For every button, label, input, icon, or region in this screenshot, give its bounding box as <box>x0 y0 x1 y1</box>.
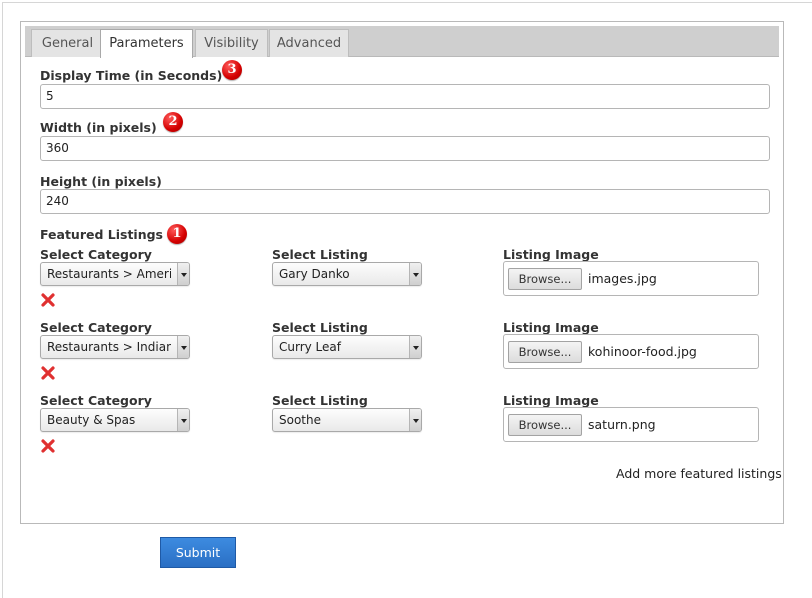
tab-advanced[interactable]: Advanced <box>269 29 349 57</box>
chevron-down-icon <box>177 336 189 358</box>
category-select[interactable]: Restaurants > American <box>40 262 190 286</box>
tab-bar: General Parameters Visibility Advanced <box>25 26 779 58</box>
listing-select[interactable]: Soothe <box>272 408 422 432</box>
browse-button[interactable]: Browse... <box>508 341 582 363</box>
listing-image-file-input: Browse... images.jpg <box>503 261 759 296</box>
listing-select[interactable]: Curry Leaf <box>272 335 422 359</box>
add-more-featured-listings-link[interactable]: Add more featured listings <box>616 466 782 481</box>
browse-button[interactable]: Browse... <box>508 414 582 436</box>
category-select-value: Restaurants > Indian <box>47 340 171 354</box>
tab-parameters[interactable]: Parameters <box>100 29 193 58</box>
height-input[interactable]: 240 <box>40 189 770 214</box>
featured-listings-heading: Featured Listings <box>40 227 163 242</box>
chevron-down-icon <box>409 409 421 431</box>
category-select[interactable]: Beauty & Spas <box>40 408 190 432</box>
listing-image-file-input: Browse... saturn.png <box>503 407 759 442</box>
browse-button[interactable]: Browse... <box>508 268 582 290</box>
listing-image-file-input: Browse... kohinoor-food.jpg <box>503 334 759 369</box>
annotation-badge-3: 3 <box>222 60 242 80</box>
select-category-label: Select Category <box>40 247 152 262</box>
category-select-value: Restaurants > American <box>47 267 171 281</box>
height-label: Height (in pixels) <box>40 174 162 189</box>
chevron-down-icon <box>177 409 189 431</box>
width-label: Width (in pixels) <box>40 120 157 135</box>
category-select[interactable]: Restaurants > Indian <box>40 335 190 359</box>
listing-image-label: Listing Image <box>503 320 599 335</box>
submit-button[interactable]: Submit <box>160 537 236 568</box>
listing-select-value: Gary Danko <box>279 267 350 281</box>
select-category-label: Select Category <box>40 320 152 335</box>
remove-listing-icon[interactable] <box>41 439 55 453</box>
display-time-label: Display Time (in Seconds) <box>40 68 223 83</box>
remove-listing-icon[interactable] <box>41 366 55 380</box>
display-time-input[interactable]: 5 <box>40 84 770 109</box>
listing-select-value: Soothe <box>279 413 321 427</box>
file-name: kohinoor-food.jpg <box>588 344 697 359</box>
width-input[interactable]: 360 <box>40 136 770 161</box>
remove-listing-icon[interactable] <box>41 293 55 307</box>
file-name: saturn.png <box>588 417 656 432</box>
file-name: images.jpg <box>588 271 657 286</box>
chevron-down-icon <box>409 263 421 285</box>
select-category-label: Select Category <box>40 393 152 408</box>
tab-general[interactable]: General <box>31 29 104 57</box>
annotation-badge-1: 1 <box>167 224 187 244</box>
select-listing-label: Select Listing <box>272 393 368 408</box>
chevron-down-icon <box>177 263 189 285</box>
listing-select-value: Curry Leaf <box>279 340 341 354</box>
listing-image-label: Listing Image <box>503 393 599 408</box>
listing-image-label: Listing Image <box>503 247 599 262</box>
category-select-value: Beauty & Spas <box>47 413 136 427</box>
tab-visibility[interactable]: Visibility <box>195 29 268 57</box>
select-listing-label: Select Listing <box>272 320 368 335</box>
listing-select[interactable]: Gary Danko <box>272 262 422 286</box>
annotation-badge-2: 2 <box>163 112 183 132</box>
select-listing-label: Select Listing <box>272 247 368 262</box>
chevron-down-icon <box>409 336 421 358</box>
